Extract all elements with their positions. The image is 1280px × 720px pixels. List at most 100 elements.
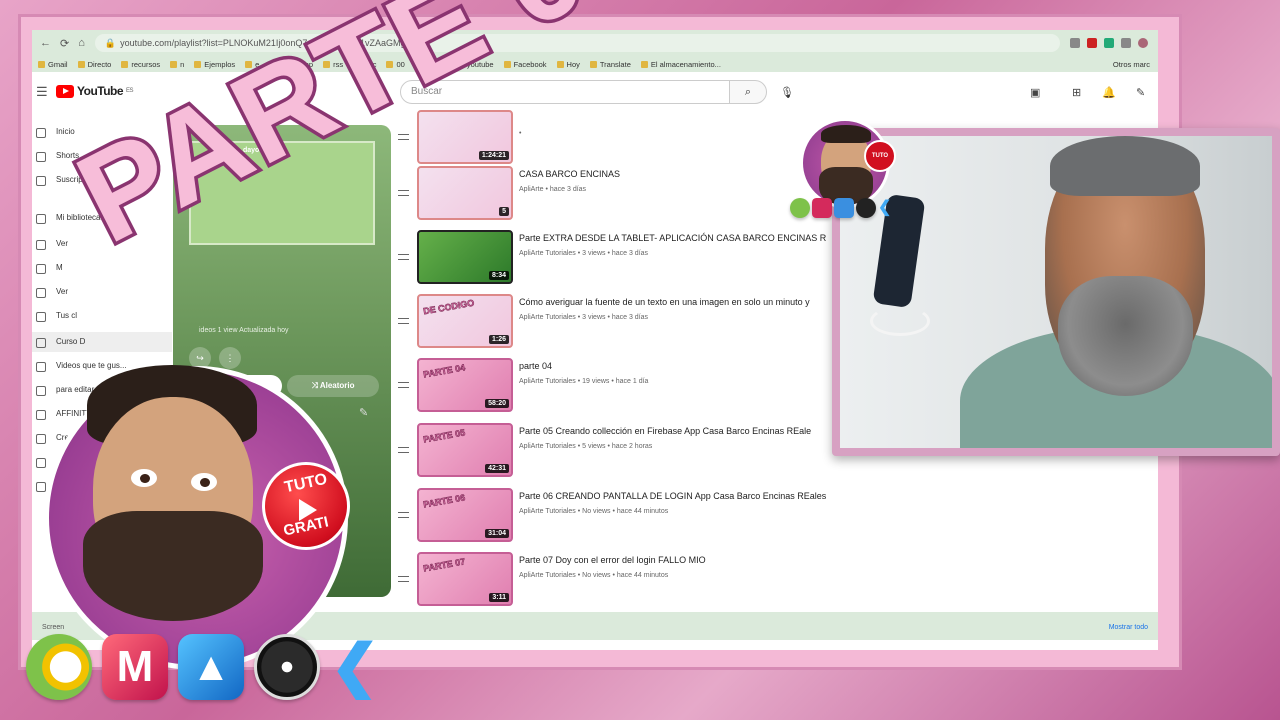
small-app-icons: ❮ (790, 198, 898, 218)
video-title[interactable]: Parte 07 Doy con el error del login FALL… (519, 555, 706, 565)
video-duration: 1:26 (488, 335, 509, 344)
extension-icon[interactable] (1070, 38, 1080, 48)
channel-name[interactable]: ApliArte Tutoriales (519, 508, 576, 515)
reload-icon[interactable]: ⟳ (60, 37, 69, 50)
video-thumbnail[interactable]: PARTE 05 42:31 (417, 423, 513, 477)
video-duration: 8:34 (488, 271, 509, 280)
search-button[interactable]: ⌕ (729, 80, 767, 104)
affinity-designer-icon (26, 634, 92, 700)
video-title[interactable]: Parte 05 Creando collección en Firebase … (519, 426, 811, 436)
thumbnail-label: PARTE 06 (422, 492, 466, 510)
extension-icon[interactable] (1087, 38, 1097, 48)
sidebar-item[interactable]: M (32, 258, 172, 278)
shuffle-button[interactable]: ⤨ Aleatorio (287, 375, 379, 397)
channel-name[interactable]: ApliArte Tutoriales (519, 443, 576, 450)
bookmark-item[interactable]: Translate (590, 60, 631, 69)
video-title[interactable]: Parte 06 CREANDO PANTALLA DE LOGIN App C… (519, 491, 826, 501)
thumbnail-label: PARTE 04 (422, 362, 466, 380)
video-thumbnail[interactable]: PARTE 04 58:20 (417, 358, 513, 412)
avatar-beard (83, 511, 263, 621)
webcam-video (840, 136, 1272, 448)
webcam-overlay (832, 128, 1280, 456)
microphone-icon[interactable]: 🎙 (780, 86, 794, 99)
drag-handle-icon[interactable] (398, 254, 409, 260)
video-title[interactable]: Cómo averiguar la fuente de un texto en … (519, 297, 810, 307)
bell-icon[interactable]: 🔔 (1102, 86, 1116, 99)
miro-m-icon: M (102, 634, 168, 700)
drag-handle-icon[interactable] (398, 190, 409, 196)
affinity-photo-icon (834, 198, 854, 218)
davinci-resolve-icon (856, 198, 876, 218)
drag-handle-icon[interactable] (398, 576, 409, 582)
video-meta: • (519, 130, 522, 137)
views-time: 19 views • hace 1 día (582, 378, 649, 385)
channel-name[interactable]: ApliArte Tutoriales (519, 314, 576, 321)
bookmark-item[interactable]: El almacenamiento... (641, 60, 721, 69)
playlist-video-row[interactable]: PARTE 07 3:11 Parte 07 Doy con el error de… (398, 552, 1158, 612)
home-icon[interactable]: ⌂ (78, 37, 85, 50)
show-all-link[interactable]: Mostrar todo (1109, 624, 1148, 631)
drag-handle-icon[interactable] (398, 512, 409, 518)
drag-handle-icon[interactable] (398, 382, 409, 388)
affinity-designer-icon (790, 198, 810, 218)
video-duration: 3:11 (489, 593, 509, 602)
video-thumbnail[interactable]: 8:34 (417, 230, 513, 284)
video-thumbnail[interactable]: PARTE 07 3:11 (417, 552, 513, 606)
video-title[interactable]: parte 04 (519, 361, 552, 371)
bookmark-item[interactable]: recursos (121, 60, 160, 69)
video-title[interactable]: Parte EXTRA DESDE LA TABLET- APLICACIÓN … (519, 233, 826, 243)
avatar-eye (131, 469, 157, 487)
flutter-icon: ❮ (330, 634, 381, 700)
bookmark-item[interactable]: n (170, 60, 184, 69)
more-icon[interactable]: ⋮ (219, 347, 241, 369)
channel-name[interactable]: ApliArte (519, 186, 544, 193)
video-thumbnail[interactable]: DE CODIGO 1:26 (417, 294, 513, 348)
create-video-icon[interactable]: ⊞ (1072, 86, 1081, 99)
profile-icon[interactable] (1138, 38, 1148, 48)
drag-handle-icon[interactable] (398, 318, 409, 324)
views-time: hace 3 días (549, 186, 587, 193)
video-meta: ApliArte Tutoriales • 3 views • hace 3 d… (519, 250, 649, 257)
video-duration: 31:04 (485, 529, 509, 538)
video-duration: 58:20 (485, 399, 509, 408)
channel-name[interactable]: ApliArte Tutoriales (519, 250, 576, 257)
avatar-icon[interactable]: ✎ (1136, 86, 1145, 99)
extension-icon[interactable] (1104, 38, 1114, 48)
views-time: 3 views • hace 3 días (582, 314, 649, 321)
bookmark-item[interactable]: Hoy (557, 60, 580, 69)
tuto-grati-badge: TUTO GRATI (262, 462, 350, 550)
menu-icon[interactable]: ☰ (36, 84, 48, 100)
channel-name[interactable]: ApliArte Tutoriales (519, 378, 576, 385)
video-thumbnail[interactable]: 5 (417, 166, 513, 220)
video-title[interactable]: CASA BARCO ENCINAS (519, 169, 620, 179)
youtube-logo[interactable]: YouTube ES (56, 84, 134, 98)
drag-handle-icon[interactable] (398, 447, 409, 453)
search-icon: ⌕ (744, 86, 752, 98)
video-thumbnail[interactable]: PARTE 06 31:04 (417, 488, 513, 542)
video-thumbnail[interactable]: 1:24:21 (417, 110, 513, 164)
edit-pencil-icon[interactable]: ✎ (359, 406, 368, 419)
tuto-grati-small-badge: TUTO (864, 140, 896, 172)
extension-badge-icon[interactable]: ▣ (1030, 86, 1040, 99)
views-time: 5 views • hace 2 horas (582, 443, 653, 450)
puzzle-icon[interactable] (1121, 38, 1131, 48)
bookmark-item[interactable]: Gmail (38, 60, 68, 69)
shuffle-label: Aleatorio (319, 381, 355, 390)
other-bookmarks[interactable]: Otros marc (1113, 60, 1158, 69)
avatar-eye (191, 473, 217, 491)
cable (870, 306, 930, 336)
sidebar-item[interactable]: Curso D (32, 332, 172, 352)
video-meta: ApliArte Tutoriales • No views • hace 44… (519, 508, 669, 515)
back-icon[interactable]: ← (40, 37, 51, 50)
drag-handle-icon[interactable] (398, 134, 409, 140)
download-item[interactable]: Screen (42, 624, 64, 631)
sidebar-item[interactable]: Ver (32, 282, 172, 302)
sidebar-item[interactable]: Tus cl (32, 306, 172, 326)
video-meta: ApliArte Tutoriales • 19 views • hace 1 … (519, 378, 649, 385)
channel-name[interactable]: ApliArte Tutoriales (519, 572, 576, 579)
thumbnail-label: DE CODIGO (422, 297, 475, 317)
playlist-video-row[interactable]: PARTE 06 31:04 Parte 06 CREANDO PANTALLA D… (398, 488, 1158, 548)
bookmark-item[interactable]: Directo (78, 60, 112, 69)
views-time: 3 views • hace 3 días (582, 250, 649, 257)
miro-m-icon (812, 198, 832, 218)
